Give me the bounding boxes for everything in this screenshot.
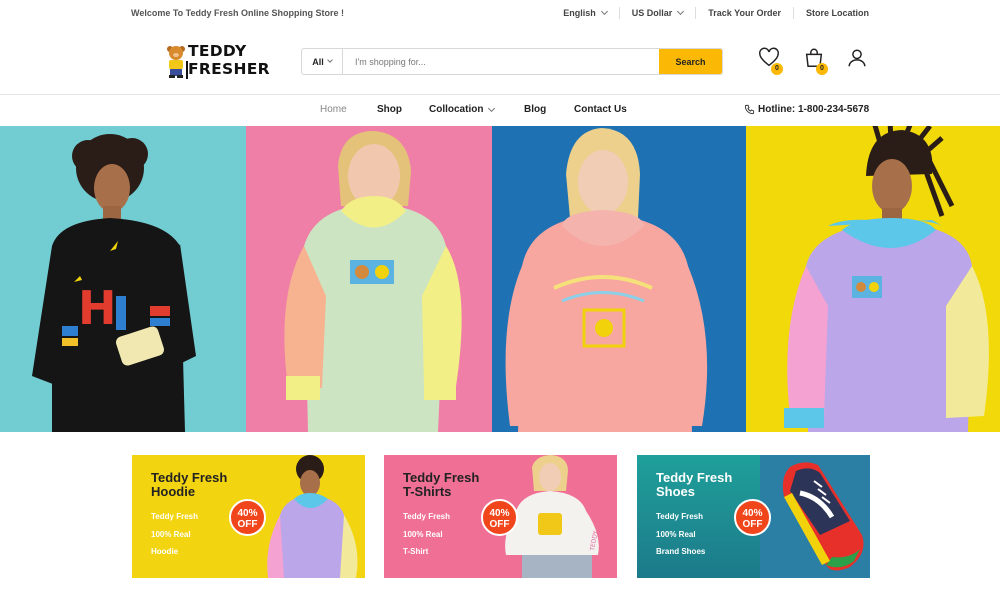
chevron-down-icon <box>677 7 685 16</box>
model-lavender-hoodie-image <box>784 126 989 432</box>
wishlist-button[interactable]: 0 <box>758 47 783 75</box>
discount-badge: 40% OFF <box>734 499 771 536</box>
discount-badge: 40% OFF <box>229 499 266 536</box>
phone-icon <box>744 104 755 115</box>
main-navigation: Home Shop Collocation Blog Contact Us Ho… <box>0 94 1000 126</box>
hero-banner[interactable]: H <box>0 126 1000 432</box>
discount-percent: 40% <box>742 508 763 519</box>
search-category-dropdown[interactable]: All <box>302 49 343 74</box>
promo-title: Teddy Fresh T-Shirts <box>403 471 479 499</box>
promo-banner-tshirts[interactable]: TEDDY Teddy Fresh T-Shirts Teddy Fresh 1… <box>384 455 617 578</box>
top-bar: Welcome To Teddy Fresh Online Shopping S… <box>0 0 1000 26</box>
account-button[interactable] <box>846 47 870 73</box>
hotline-label: Hotline: <box>758 104 796 115</box>
promo-detail-1: Teddy Fresh <box>403 512 450 521</box>
user-icon <box>848 49 866 67</box>
teddy-bear-logo-icon <box>167 46 185 78</box>
nav-item-home[interactable]: Home <box>320 104 347 115</box>
promo-title-line-1: Teddy Fresh <box>656 470 733 485</box>
promo-detail-1: Teddy Fresh <box>656 512 703 521</box>
nav-item-collocation[interactable]: Collocation <box>429 104 496 115</box>
track-order-link[interactable]: Track Your Order <box>695 7 793 19</box>
search-button[interactable]: Search <box>659 49 722 74</box>
promo-banner-hoodie[interactable]: Teddy Fresh Hoodie Teddy Fresh 100% Real… <box>132 455 365 578</box>
nav-item-label: Blog <box>524 104 547 115</box>
model-pink-hoodie-image <box>505 128 708 432</box>
promo-tshirt-image: TEDDY <box>505 455 600 578</box>
promo-title: Teddy Fresh Shoes <box>656 471 732 499</box>
nav-item-shop[interactable]: Shop <box>377 104 402 115</box>
hotline-number: 1-800-234-5678 <box>798 104 870 115</box>
chevron-down-icon <box>600 7 608 16</box>
promo-detail-3: T-Shirt <box>403 547 429 556</box>
promo-title-line-2: T-Shirts <box>403 484 452 499</box>
chevron-down-icon <box>326 57 333 63</box>
store-location-link[interactable]: Store Location <box>792 7 869 19</box>
discount-badge: 40% OFF <box>481 499 518 536</box>
promo-banner-shoes[interactable]: Teddy Fresh Shoes Teddy Fresh 100% Real … <box>637 455 870 578</box>
discount-off: OFF <box>237 519 258 530</box>
promo-shoe-image <box>782 462 864 571</box>
nav-item-label: Shop <box>377 104 402 115</box>
logo-line-2: FRESHER <box>188 60 270 78</box>
promo-detail-2: 100% Real <box>656 530 696 539</box>
cart-button[interactable]: 0 <box>803 47 828 75</box>
welcome-text: Welcome To Teddy Fresh Online Shopping S… <box>131 8 345 18</box>
promo-hoodie-image <box>267 455 358 578</box>
nav-item-label: Home <box>320 104 347 115</box>
currency-selector[interactable]: US Dollar <box>618 7 696 19</box>
search-bar: All Search <box>301 48 723 75</box>
hero-panel-black-sweater: H <box>0 126 246 432</box>
promo-detail-2: 100% Real <box>151 530 191 539</box>
promo-title-line-2: Hoodie <box>151 484 196 499</box>
hero-panel-mint-hoodie <box>246 126 492 432</box>
currency-label: US Dollar <box>631 8 673 18</box>
model-black-sweater-image: H <box>32 134 196 432</box>
hotline[interactable]: Hotline: 1-800-234-5678 <box>744 104 869 115</box>
hero-panel-pink-hoodie <box>492 126 746 432</box>
top-bar-links: English US Dollar Track Your Order Store… <box>551 7 869 19</box>
hero-panel-lavender-hoodie <box>746 126 1000 432</box>
cart-count-badge: 0 <box>816 63 828 75</box>
promo-detail-2: 100% Real <box>403 530 443 539</box>
search-input[interactable] <box>343 49 659 74</box>
promo-title-line-1: Teddy Fresh <box>151 470 228 485</box>
discount-off: OFF <box>742 519 763 530</box>
chevron-down-icon <box>488 104 496 112</box>
logo-wordmark: TEDDY FRESHER <box>188 42 270 78</box>
wishlist-count-badge: 0 <box>771 63 783 75</box>
model-mint-hoodie-image <box>284 131 462 432</box>
logo-line-1: TEDDY <box>188 42 247 60</box>
discount-percent: 40% <box>237 508 258 519</box>
svg-text:H: H <box>78 281 117 335</box>
site-logo[interactable]: TEDDY FRESHER <box>166 42 270 82</box>
nav-item-blog[interactable]: Blog <box>524 104 546 115</box>
discount-percent: 40% <box>489 508 510 519</box>
nav-item-label: Collocation <box>429 104 484 115</box>
promo-detail-3: Brand Shoes <box>656 547 706 556</box>
promo-detail-1: Teddy Fresh <box>151 512 198 521</box>
promo-detail-3: Hoodie <box>151 547 179 556</box>
search-category-label: All <box>312 56 324 67</box>
discount-off: OFF <box>489 519 510 530</box>
language-label: English <box>563 8 596 18</box>
language-selector[interactable]: English <box>551 7 619 19</box>
nav-item-label: Contact Us <box>574 104 627 115</box>
promo-title: Teddy Fresh Hoodie <box>151 471 227 499</box>
promo-title-line-2: Shoes <box>656 484 696 499</box>
nav-item-contact-us[interactable]: Contact Us <box>574 104 627 115</box>
promo-title-line-1: Teddy Fresh <box>403 470 480 485</box>
